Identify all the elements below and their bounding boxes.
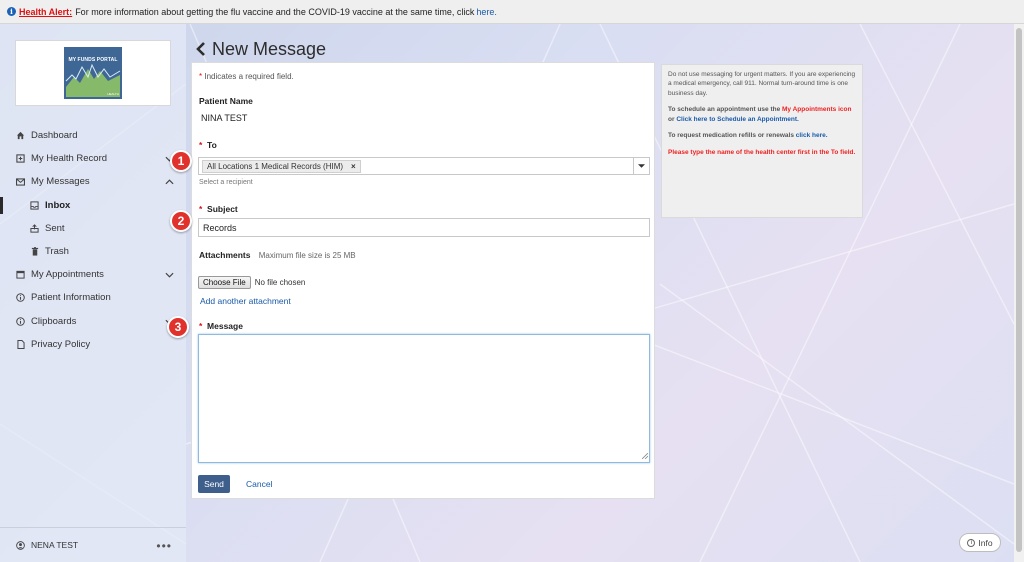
recipient-tag: All Locations 1 Medical Records (HIM) × (202, 160, 361, 173)
page-title: New Message (196, 38, 326, 60)
dropdown-arrow-icon[interactable] (633, 158, 649, 174)
sidebar-item-label: Dashboard (31, 130, 78, 142)
send-button[interactable]: Send (198, 475, 230, 493)
sidebar-item-label: Inbox (45, 199, 71, 211)
required-asterisk: * (199, 72, 203, 81)
chevron-up-icon[interactable] (165, 177, 174, 188)
sidebar-item-trash[interactable]: Trash (0, 240, 186, 263)
sidebar-item-label: Clipboards (31, 315, 77, 327)
file-input: Choose File No file chosen (198, 276, 305, 289)
recipient-select[interactable]: All Locations 1 Medical Records (HIM) × (198, 157, 650, 175)
sidebar-item-label: My Messages (31, 176, 90, 188)
subject-input[interactable]: Records (198, 218, 650, 237)
step-badge-3: 3 (167, 316, 189, 338)
info-urgent-text: Do not use messaging for urgent matters.… (668, 71, 856, 97)
sidebar-item-privacy-policy[interactable]: Privacy Policy (0, 333, 186, 356)
medical-record-icon (16, 154, 25, 163)
step-badge-1: 1 (170, 150, 192, 172)
sidebar: MY FUNDS PORTAL HEALTH Dashboard My Heal… (0, 24, 186, 562)
sidebar-nav: Dashboard My Health Record My Messages I… (0, 124, 186, 356)
sidebar-item-dashboard[interactable]: Dashboard (0, 124, 186, 147)
logo: MY FUNDS PORTAL HEALTH (64, 47, 122, 99)
info-icon (16, 293, 25, 303)
remove-tag-icon[interactable]: × (351, 162, 356, 171)
sidebar-item-label: Sent (45, 222, 65, 234)
required-note: * Indicates a required field. (199, 72, 294, 81)
required-asterisk: * (199, 321, 203, 331)
info-icon: i (967, 538, 976, 547)
info-icon: i (7, 7, 16, 16)
page-scrollbar[interactable] (1014, 24, 1024, 562)
refill-link[interactable]: click here. (796, 132, 828, 139)
user-icon (16, 540, 25, 550)
back-chevron-icon[interactable] (196, 42, 206, 56)
sidebar-item-label: My Health Record (31, 153, 108, 165)
attachments-row: Attachments Maximum file size is 25 MB (199, 250, 356, 260)
info-to-field-text: Please type the name of the health cente… (668, 148, 856, 156)
home-icon (16, 131, 25, 140)
message-label: * Message (199, 321, 243, 331)
sidebar-item-label: Privacy Policy (31, 338, 91, 350)
info-button[interactable]: i Info (959, 533, 1001, 552)
logo-box[interactable]: MY FUNDS PORTAL HEALTH (15, 40, 171, 106)
resize-grip-icon[interactable] (641, 451, 649, 461)
recipient-hint: Select a recipient (199, 179, 253, 186)
sidebar-item-my-health-record[interactable]: My Health Record (0, 147, 186, 170)
envelope-icon (16, 177, 25, 186)
alert-text: For more information about getting the f… (75, 6, 475, 17)
subject-label: * Subject (199, 204, 238, 214)
sidebar-item-label: Patient Information (31, 292, 111, 304)
new-message-form: * Indicates a required field. Patient Na… (191, 62, 655, 499)
sidebar-item-patient-information[interactable]: Patient Information (0, 286, 186, 309)
add-attachment-link[interactable]: Add another attachment (200, 296, 291, 306)
attachments-label: Attachments (199, 250, 251, 260)
alert-link[interactable]: here. (476, 7, 497, 17)
sent-icon (30, 224, 39, 233)
health-alert-banner: i Health Alert: For more information abo… (0, 0, 1024, 24)
document-icon (16, 339, 25, 349)
patient-name-label: Patient Name (199, 96, 253, 106)
to-label: * To (199, 140, 217, 150)
messaging-info-panel: Do not use messaging for urgent matters.… (661, 64, 863, 218)
inbox-icon (30, 201, 39, 210)
step-badge-2: 2 (170, 210, 192, 232)
message-textarea[interactable] (198, 334, 650, 463)
sidebar-item-my-messages[interactable]: My Messages (0, 170, 186, 193)
sidebar-item-clipboards[interactable]: Clipboards (0, 310, 186, 333)
sidebar-item-sent[interactable]: Sent (0, 217, 186, 240)
alert-label[interactable]: Health Alert: (19, 7, 72, 17)
my-appointments-link[interactable]: My Appointments icon (782, 106, 851, 113)
patient-name-value: NINA TEST (201, 113, 248, 123)
required-asterisk: * (199, 140, 203, 150)
sidebar-item-label: Trash (45, 246, 69, 258)
user-name: NENA TEST (31, 540, 79, 550)
more-options-icon[interactable]: ••• (156, 539, 172, 553)
page-title-text: New Message (212, 38, 327, 59)
info-icon (16, 316, 25, 326)
sidebar-item-inbox[interactable]: Inbox (0, 194, 186, 217)
attachments-note: Maximum file size is 25 MB (258, 251, 356, 260)
user-bar[interactable]: NENA TEST ••• (0, 527, 186, 562)
no-file-text: No file chosen (254, 278, 306, 287)
schedule-appointment-link[interactable]: Click here to Schedule an Appointment. (676, 116, 799, 123)
choose-file-button[interactable]: Choose File (198, 276, 251, 289)
trash-icon (30, 247, 39, 256)
sidebar-item-label: My Appointments (31, 269, 104, 281)
cancel-button[interactable]: Cancel (246, 479, 272, 489)
calendar-icon (16, 270, 25, 279)
scrollbar-thumb[interactable] (1016, 28, 1022, 552)
info-schedule-text: To schedule an appointment use the My Ap… (668, 106, 852, 123)
chevron-down-icon[interactable] (165, 270, 174, 281)
required-asterisk: * (199, 204, 203, 214)
info-refill-text: To request medication refills or renewal… (668, 132, 828, 140)
sidebar-item-my-appointments[interactable]: My Appointments (0, 263, 186, 286)
